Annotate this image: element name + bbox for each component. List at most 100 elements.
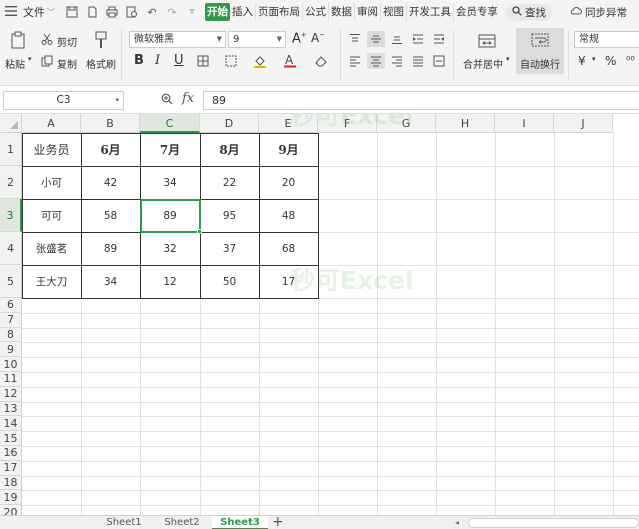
cell-d2[interactable]: 22 [200, 166, 259, 199]
cell-e2[interactable]: 20 [259, 166, 318, 199]
row-header-4[interactable]: 4 [0, 232, 22, 265]
print-icon[interactable] [105, 5, 119, 19]
cut-button[interactable]: 剪切 [57, 34, 77, 49]
fill-color-icon[interactable] [251, 54, 269, 68]
sheet-tab-sheet3[interactable]: Sheet3 [212, 516, 268, 529]
cell-d4[interactable]: 37 [200, 232, 259, 265]
merge-center-icon[interactable] [476, 32, 498, 50]
currency-dropdown-icon[interactable]: ▾ [592, 55, 596, 63]
column-header-b[interactable]: B [81, 114, 140, 133]
cell-a5[interactable]: 王大刀 [22, 265, 81, 298]
search-button[interactable]: 查找 [506, 3, 552, 21]
format-painter-icon[interactable] [91, 30, 111, 50]
column-header-a[interactable]: A [22, 114, 81, 133]
cell-a1[interactable]: 业务员 [22, 133, 81, 166]
row-header-17[interactable]: 17 [0, 460, 22, 476]
save-icon[interactable] [65, 5, 79, 19]
font-color-icon[interactable]: A [281, 52, 299, 68]
spreadsheet-grid[interactable]: A B C D E F G H I J 1 2 3 4 5 6 7 8 9 10 11 12 13 14 15 16 17 18 19 2… [0, 114, 639, 515]
copy-button[interactable]: 复制 [57, 56, 77, 71]
wrap-text-button[interactable]: 自动换行 [516, 28, 564, 74]
decrease-font-size-icon[interactable]: A− [311, 31, 325, 45]
horizontal-scrollbar[interactable] [468, 518, 639, 528]
cell-b3[interactable]: 58 [81, 199, 140, 232]
column-header-i[interactable]: I [495, 114, 554, 133]
insert-function-button[interactable]: fx [182, 91, 194, 106]
increase-font-size-icon[interactable]: A+ [292, 31, 307, 46]
print-preview-icon[interactable] [125, 5, 139, 19]
sync-status[interactable]: 同步异常 [570, 5, 627, 20]
align-right-icon[interactable] [389, 53, 405, 69]
row-header-8[interactable]: 8 [0, 327, 22, 343]
justify-icon[interactable] [410, 53, 426, 69]
cell-c1[interactable]: 7月 [140, 133, 200, 166]
row-header-12[interactable]: 12 [0, 386, 22, 402]
cell-b1[interactable]: 6月 [81, 133, 140, 166]
row-header-14[interactable]: 14 [0, 416, 22, 432]
tab-home[interactable]: 开始 [205, 3, 230, 21]
tab-data[interactable]: 数据 [329, 3, 355, 21]
fill-handle[interactable] [197, 229, 202, 234]
paste-dropdown-icon[interactable]: ▾ [28, 55, 32, 63]
scroll-left-icon[interactable]: ◂ [455, 518, 459, 527]
row-header-13[interactable]: 13 [0, 401, 22, 417]
row-header-10[interactable]: 10 [0, 357, 22, 372]
cell-d1[interactable]: 8月 [200, 133, 259, 166]
align-center-icon[interactable] [367, 53, 385, 69]
align-middle-icon[interactable] [367, 31, 385, 47]
redo-icon[interactable]: ↷ [165, 5, 179, 19]
indent-increase-icon[interactable] [431, 31, 447, 47]
currency-button[interactable]: ¥ [578, 54, 586, 68]
column-header-j[interactable]: J [554, 114, 613, 133]
thousands-separator-icon[interactable]: ⁰⁰ [626, 54, 635, 67]
chevron-down-icon[interactable]: ▾ [115, 92, 119, 109]
cell-c2[interactable]: 34 [140, 166, 200, 199]
italic-button[interactable]: I [155, 53, 160, 68]
bold-button[interactable]: B [134, 53, 144, 68]
sheet-tab-sheet1[interactable]: Sheet1 [96, 516, 152, 529]
cell-a4[interactable]: 张盛茗 [22, 232, 81, 265]
row-header-11[interactable]: 11 [0, 372, 22, 387]
column-header-h[interactable]: H [436, 114, 495, 133]
customize-toolbar-icon[interactable]: ▿ [185, 5, 199, 19]
align-bottom-icon[interactable] [389, 31, 405, 47]
row-header-7[interactable]: 7 [0, 312, 22, 328]
row-header-16[interactable]: 16 [0, 446, 22, 461]
row-header-9[interactable]: 9 [0, 342, 22, 358]
paste-button[interactable]: 粘贴 [5, 56, 25, 71]
select-all-corner[interactable] [0, 114, 22, 133]
borders-icon[interactable] [194, 54, 212, 68]
row-header-5[interactable]: 5 [0, 265, 22, 298]
tab-insert[interactable]: 插入 [230, 3, 256, 21]
cell-b2[interactable]: 42 [81, 166, 140, 199]
row-header-15[interactable]: 15 [0, 431, 22, 446]
formula-input[interactable]: 89 [203, 91, 639, 110]
cell-e1[interactable]: 9月 [259, 133, 318, 166]
sheet-tab-sheet2[interactable]: Sheet2 [154, 516, 210, 529]
percent-button[interactable]: % [605, 54, 616, 68]
cell-d5[interactable]: 50 [200, 265, 259, 298]
paste-icon[interactable] [9, 30, 29, 50]
row-header-1[interactable]: 1 [0, 133, 22, 166]
font-name-select[interactable]: 微软雅黑 ▼ [129, 31, 226, 48]
name-box[interactable]: C3 ▾ [3, 91, 124, 110]
cell-c5[interactable]: 12 [140, 265, 200, 298]
row-header-2[interactable]: 2 [0, 166, 22, 199]
distributed-align-icon[interactable] [431, 53, 447, 69]
export-pdf-icon[interactable] [85, 5, 99, 19]
indent-decrease-icon[interactable] [410, 31, 426, 47]
tab-page-layout[interactable]: 页面布局 [256, 3, 303, 21]
merge-dropdown-icon[interactable]: ▾ [506, 55, 510, 63]
tab-review[interactable]: 审阅 [355, 3, 381, 21]
cell-c4[interactable]: 32 [140, 232, 200, 265]
clear-format-icon[interactable] [312, 54, 330, 68]
row-header-18[interactable]: 18 [0, 475, 22, 491]
cell-style-icon[interactable] [222, 54, 240, 68]
file-menu[interactable]: 文件 [23, 4, 45, 20]
row-header-6[interactable]: 6 [0, 298, 22, 313]
row-header-19[interactable]: 19 [0, 490, 22, 506]
undo-icon[interactable]: ↶ [145, 5, 159, 19]
hamburger-menu-icon[interactable] [5, 5, 19, 19]
cell-e3[interactable]: 48 [259, 199, 318, 232]
tab-formulas[interactable]: 公式 [303, 3, 329, 21]
